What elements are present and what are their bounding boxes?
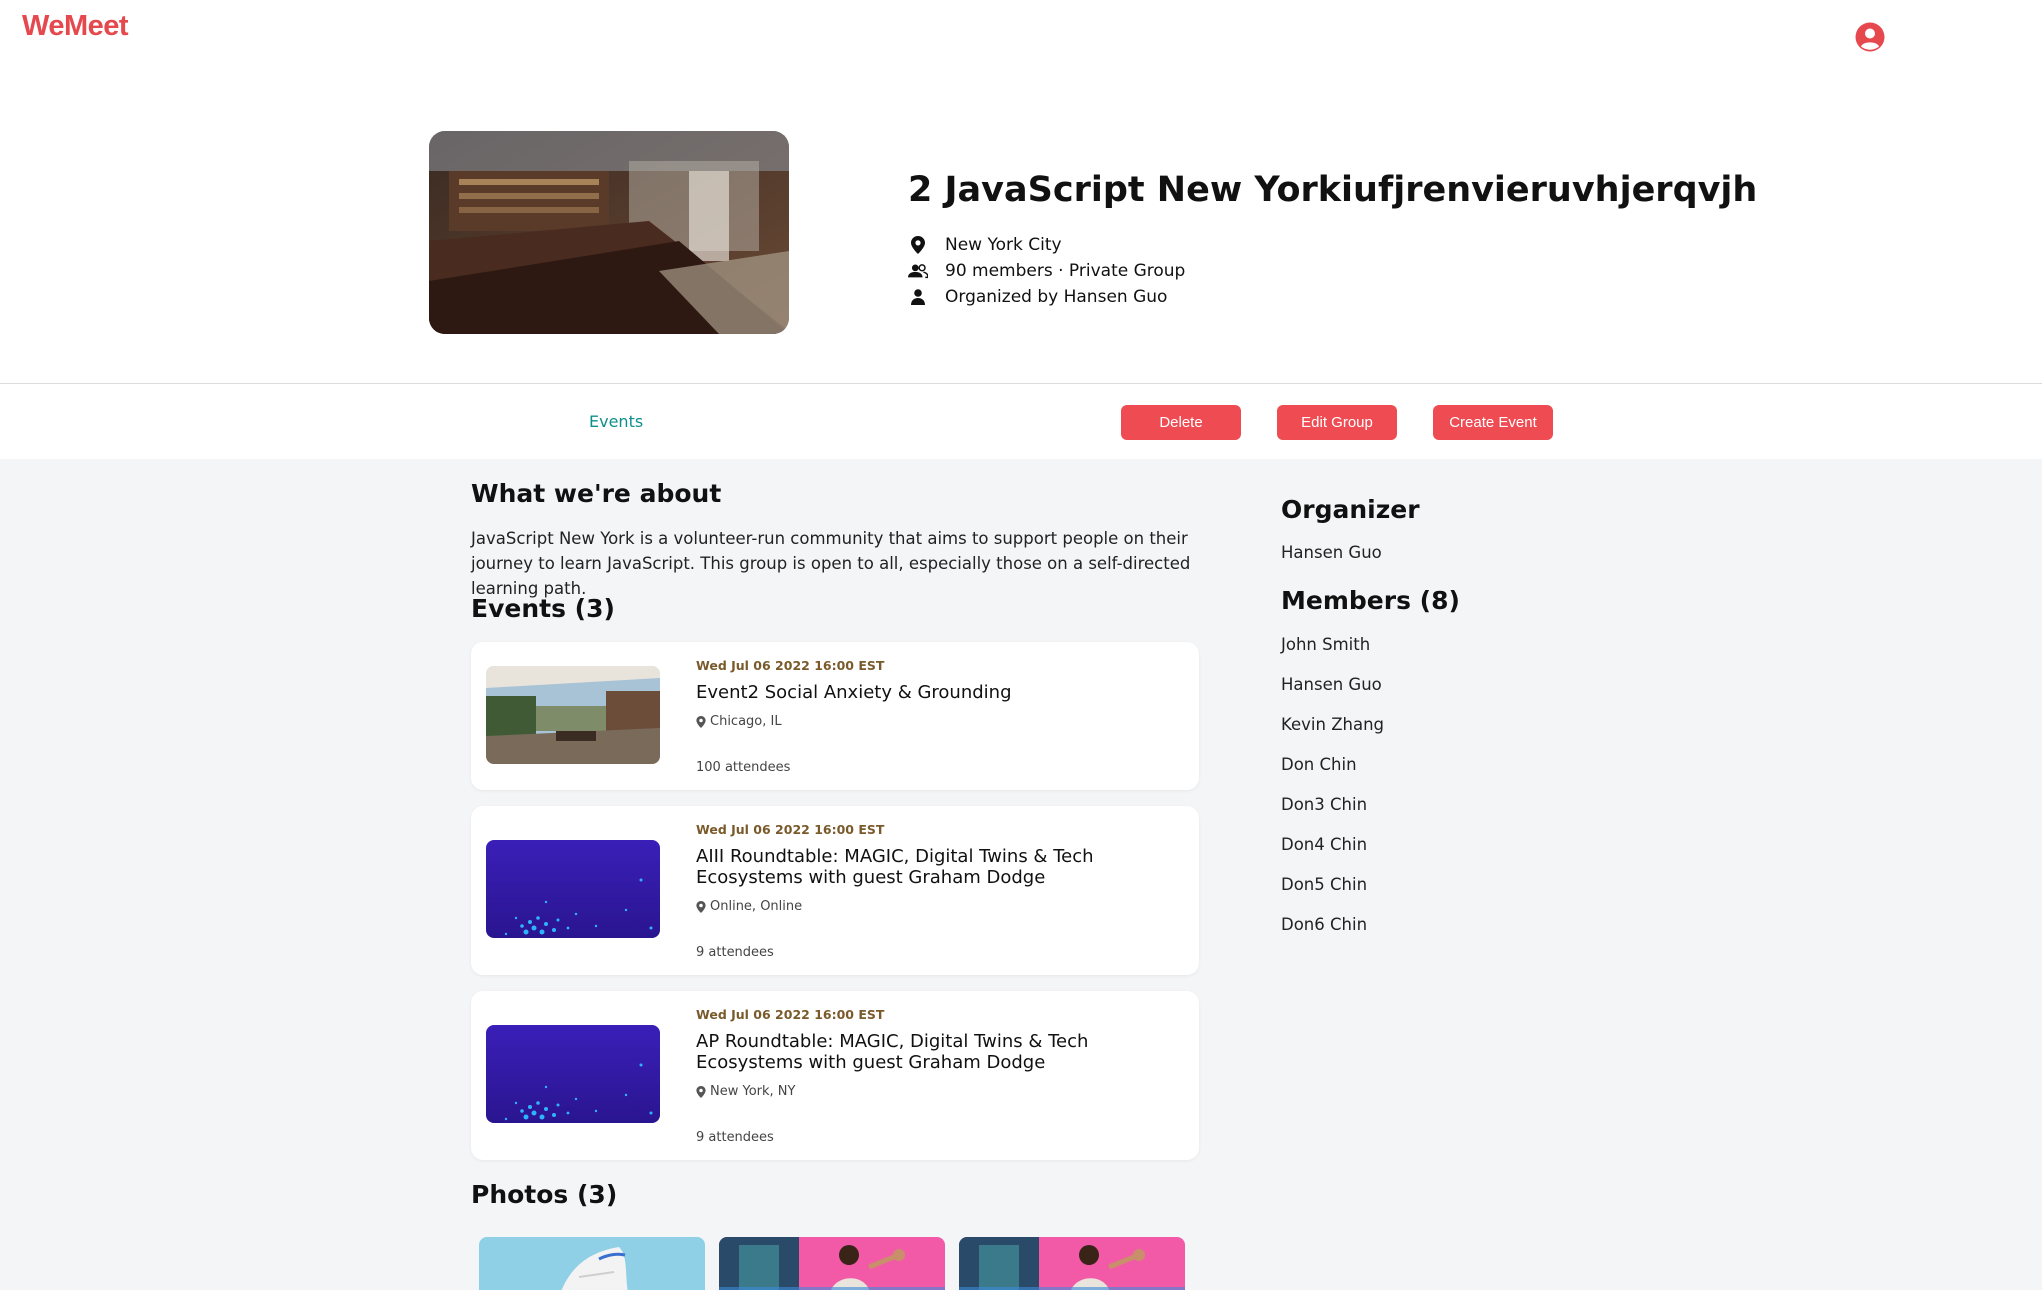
event-attendees: 100 attendees: [696, 760, 791, 775]
group-cover-image: [429, 131, 789, 334]
event-date: Wed Jul 06 2022 16:00 EST: [696, 822, 885, 837]
create-event-button[interactable]: Create Event: [1433, 405, 1553, 440]
event-thumbnail: [486, 666, 660, 764]
group-photo[interactable]: [959, 1237, 1185, 1290]
event-title[interactable]: Event2 Social Anxiety & Grounding: [696, 682, 1176, 703]
event-attendees: 9 attendees: [696, 1130, 774, 1145]
member-item[interactable]: Don Chin: [1281, 755, 1357, 774]
member-item[interactable]: Don6 Chin: [1281, 915, 1367, 934]
group-location: New York City: [908, 235, 1062, 255]
member-item[interactable]: Don5 Chin: [1281, 875, 1367, 894]
event-location: New York, NY: [696, 1084, 795, 1099]
about-heading: What we're about: [471, 479, 722, 508]
event-thumbnail: [486, 1025, 660, 1123]
group-location-text: New York City: [945, 235, 1062, 255]
organizer-name[interactable]: Hansen Guo: [1281, 543, 1382, 562]
event-location-text: New York, NY: [710, 1084, 796, 1099]
member-item[interactable]: Kevin Zhang: [1281, 715, 1384, 734]
group-tab-bar: Events Delete Edit Group Create Event: [0, 383, 2042, 459]
edit-group-button[interactable]: Edit Group: [1277, 405, 1397, 440]
event-title[interactable]: AP Roundtable: MAGIC, Digital Twins & Te…: [696, 1031, 1176, 1073]
member-item[interactable]: John Smith: [1281, 635, 1370, 654]
member-item[interactable]: Hansen Guo: [1281, 675, 1382, 694]
event-date: Wed Jul 06 2022 16:00 EST: [696, 1007, 885, 1022]
tab-events[interactable]: Events: [589, 412, 643, 431]
group-organizer-info: Organized by Hansen Guo: [908, 287, 1167, 307]
map-pin-icon: [696, 1085, 706, 1098]
event-card[interactable]: Wed Jul 06 2022 16:00 EST AIII Roundtabl…: [471, 806, 1199, 975]
map-pin-icon: [696, 900, 706, 913]
users-icon: [908, 261, 928, 281]
event-card[interactable]: Wed Jul 06 2022 16:00 EST AP Roundtable:…: [471, 991, 1199, 1160]
event-location: Online, Online: [696, 899, 802, 914]
group-members-text: 90 members · Private Group: [945, 261, 1186, 281]
group-title: 2 JavaScript New Yorkiufjrenvieruvhjerqv…: [908, 170, 1758, 210]
event-location-text: Online, Online: [710, 899, 803, 914]
event-attendees: 9 attendees: [696, 945, 774, 960]
map-pin-icon: [908, 235, 928, 255]
organizer-heading: Organizer: [1281, 495, 1420, 524]
group-organizer-text: Organized by Hansen Guo: [945, 287, 1168, 307]
group-photo[interactable]: [719, 1237, 945, 1290]
event-location: Chicago, IL: [696, 714, 782, 729]
group-members-info: 90 members · Private Group: [908, 261, 1185, 281]
wemeet-logo[interactable]: WeMeet: [22, 10, 129, 43]
photos-heading: Photos (3): [471, 1180, 618, 1209]
map-pin-icon: [696, 715, 706, 728]
user-icon: [908, 287, 928, 307]
event-thumbnail: [486, 840, 660, 938]
event-date: Wed Jul 06 2022 16:00 EST: [696, 658, 885, 673]
user-circle-icon[interactable]: [1855, 22, 1885, 52]
member-item[interactable]: Don3 Chin: [1281, 795, 1367, 814]
delete-group-button[interactable]: Delete: [1121, 405, 1241, 440]
about-text: JavaScript New York is a volunteer-run c…: [471, 529, 1191, 598]
event-location-text: Chicago, IL: [710, 714, 782, 729]
events-heading: Events (3): [471, 594, 615, 623]
top-nav: WeMeet: [0, 0, 2042, 60]
event-title[interactable]: AIII Roundtable: MAGIC, Digital Twins & …: [696, 846, 1176, 888]
event-card[interactable]: Wed Jul 06 2022 16:00 EST Event2 Social …: [471, 642, 1199, 790]
group-content: What we're about JavaScript New York is …: [0, 459, 2042, 1290]
group-photo[interactable]: [479, 1237, 705, 1290]
members-heading: Members (8): [1281, 586, 1460, 615]
member-item[interactable]: Don4 Chin: [1281, 835, 1367, 854]
